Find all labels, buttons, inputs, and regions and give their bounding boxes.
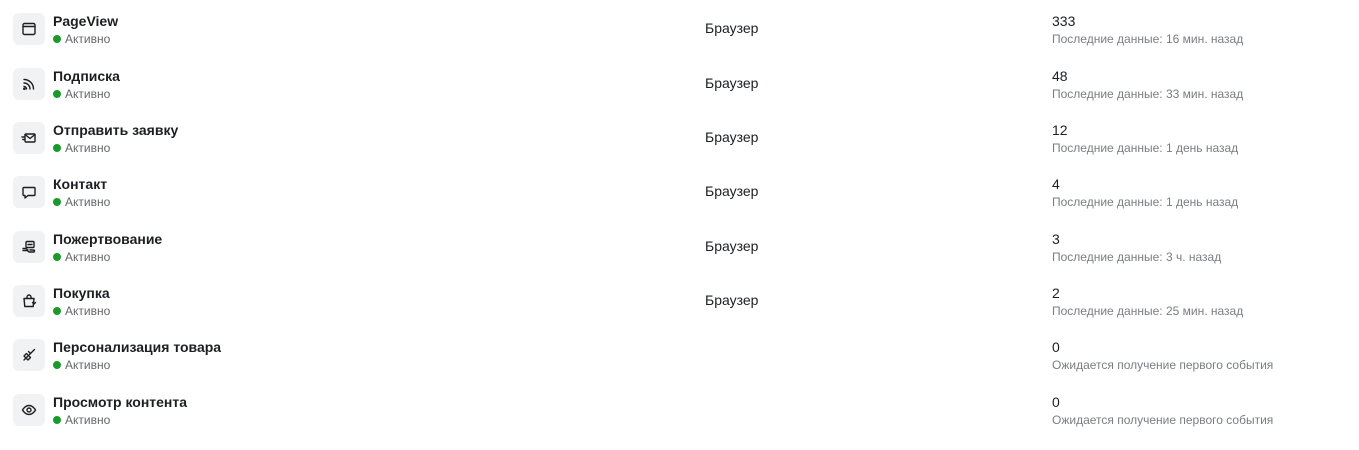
event-count: 4 xyxy=(1052,176,1060,192)
status-dot xyxy=(53,35,61,43)
event-count: 0 xyxy=(1052,339,1060,355)
status-badge: Активно xyxy=(53,141,110,155)
event-name[interactable]: Пожертвование xyxy=(53,231,162,247)
event-name[interactable]: Подписка xyxy=(53,68,120,84)
event-source: Браузер xyxy=(705,183,759,199)
event-count: 12 xyxy=(1052,122,1068,138)
event-count: 3 xyxy=(1052,231,1060,247)
event-source: Браузер xyxy=(705,75,759,91)
event-source: Браузер xyxy=(705,292,759,308)
status-badge: Активно xyxy=(53,195,110,209)
status-dot xyxy=(53,198,61,206)
event-name[interactable]: Покупка xyxy=(53,285,110,301)
status-dot xyxy=(53,253,61,261)
status-badge: Активно xyxy=(53,304,110,318)
event-name[interactable]: Отправить заявку xyxy=(53,122,178,138)
last-data-label: Ожидается получение первого события xyxy=(1052,413,1274,427)
status-label: Активно xyxy=(65,250,111,264)
status-badge: Активно xyxy=(53,413,110,427)
status-dot xyxy=(53,307,61,315)
send-envelope-icon xyxy=(13,122,45,154)
event-count: 2 xyxy=(1052,285,1060,301)
event-row-contact[interactable]: Контакт Активно Браузер 4 Последние данн… xyxy=(0,165,1359,219)
status-label: Активно xyxy=(65,87,111,101)
paint-brush-icon xyxy=(13,339,45,371)
status-label: Активно xyxy=(65,304,111,318)
status-dot xyxy=(53,361,61,369)
status-dot xyxy=(53,144,61,152)
status-badge: Активно xyxy=(53,358,110,372)
status-dot xyxy=(53,90,61,98)
status-label: Активно xyxy=(65,358,111,372)
status-label: Активно xyxy=(65,413,111,427)
last-data-label: Последние данные: 33 мин. назад xyxy=(1052,87,1244,101)
event-row-pageview[interactable]: PageView Активно Браузер 333 Последние д… xyxy=(0,2,1359,56)
events-list: PageView Активно Браузер 333 Последние д… xyxy=(0,0,1359,450)
event-count: 48 xyxy=(1052,68,1068,84)
donation-icon xyxy=(13,231,45,263)
event-name[interactable]: Персонализация товара xyxy=(53,339,221,355)
event-name[interactable]: Контакт xyxy=(53,176,107,192)
last-data-label: Последние данные: 1 день назад xyxy=(1052,141,1239,155)
event-source: Браузер xyxy=(705,129,759,145)
event-row-customize-product[interactable]: Персонализация товара Активно 0 Ожидаетс… xyxy=(0,328,1359,382)
status-badge: Активно xyxy=(53,250,110,264)
event-name[interactable]: PageView xyxy=(53,13,118,29)
status-label: Активно xyxy=(65,141,111,155)
last-data-label: Ожидается получение первого события xyxy=(1052,358,1274,372)
status-badge: Активно xyxy=(53,87,110,101)
shopping-bag-icon xyxy=(13,285,45,317)
event-source: Браузер xyxy=(705,238,759,254)
rss-feed-icon xyxy=(13,68,45,100)
status-dot xyxy=(53,416,61,424)
last-data-label: Последние данные: 25 мин. назад xyxy=(1052,304,1244,318)
last-data-label: Последние данные: 16 мин. назад xyxy=(1052,32,1244,46)
status-label: Активно xyxy=(65,32,111,46)
last-data-label: Последние данные: 3 ч. назад xyxy=(1052,250,1222,264)
last-data-label: Последние данные: 1 день назад xyxy=(1052,195,1239,209)
status-badge: Активно xyxy=(53,32,110,46)
event-count: 333 xyxy=(1052,13,1076,29)
event-row-purchase[interactable]: Покупка Активно Браузер 2 Последние данн… xyxy=(0,274,1359,328)
event-count: 0 xyxy=(1052,394,1060,410)
browser-window-icon xyxy=(13,13,45,45)
event-row-submit-application[interactable]: Отправить заявку Активно Браузер 12 Посл… xyxy=(0,111,1359,165)
event-name[interactable]: Просмотр контента xyxy=(53,394,187,410)
event-source: Браузер xyxy=(705,20,759,36)
event-row-subscribe[interactable]: Подписка Активно Браузер 48 Последние да… xyxy=(0,57,1359,111)
chat-bubble-icon xyxy=(13,176,45,208)
event-row-donation[interactable]: Пожертвование Активно Браузер 3 Последни… xyxy=(0,220,1359,274)
event-row-view-content[interactable]: Просмотр контента Активно 0 Ожидается по… xyxy=(0,383,1359,437)
status-label: Активно xyxy=(65,195,111,209)
eye-icon xyxy=(13,394,45,426)
